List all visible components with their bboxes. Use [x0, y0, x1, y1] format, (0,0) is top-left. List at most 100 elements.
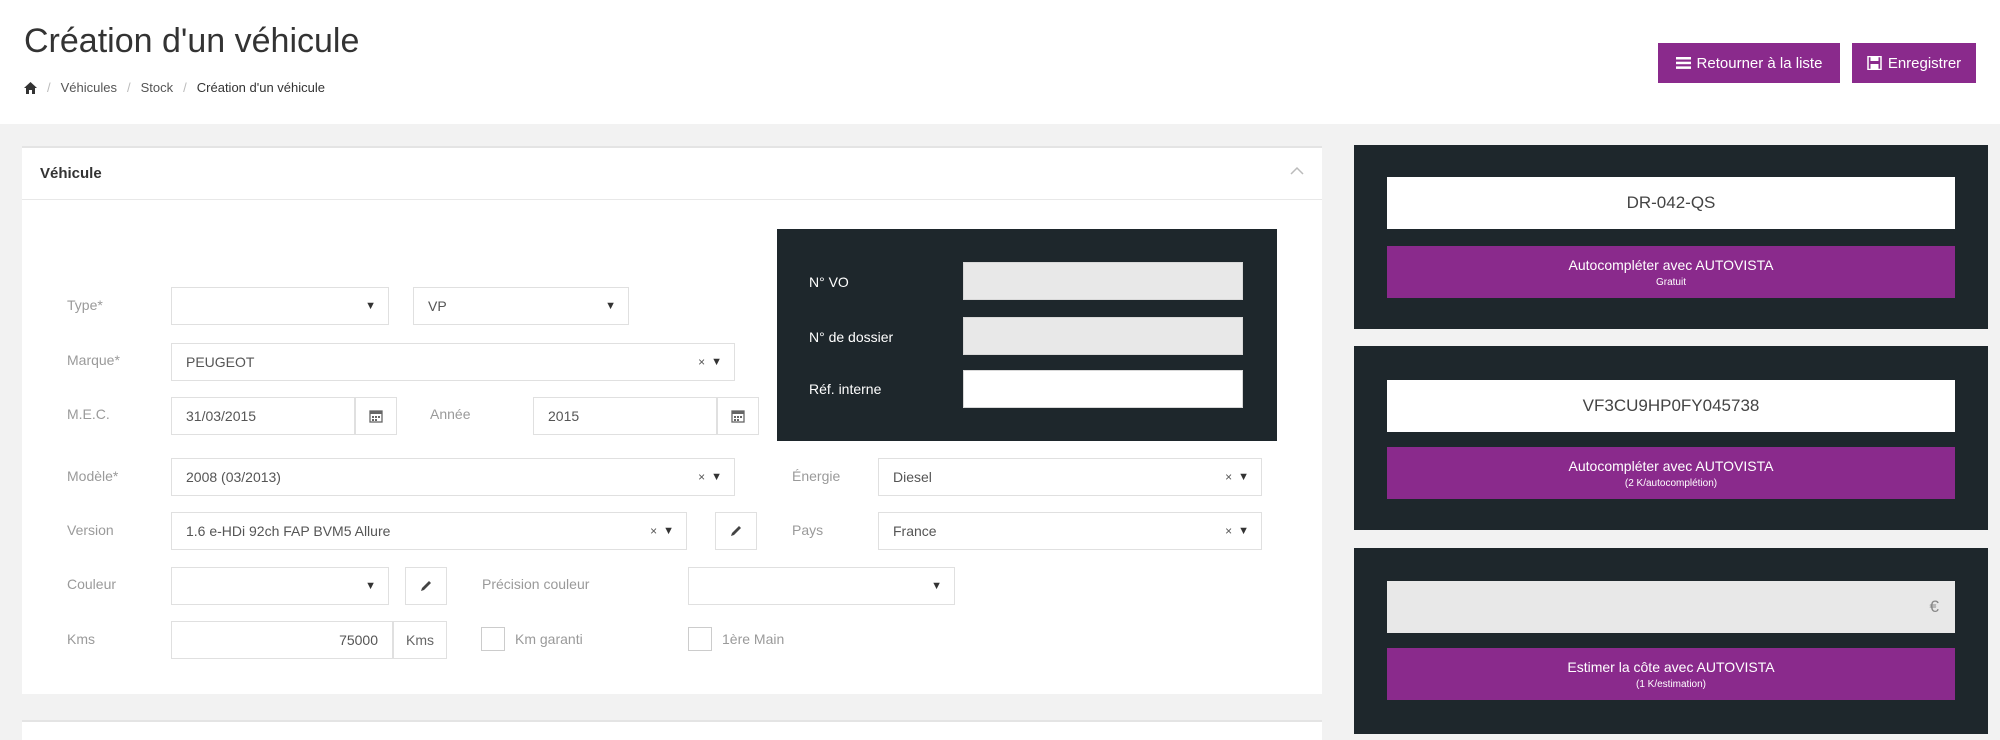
breadcrumb-separator: / [183, 80, 187, 95]
chevron-down-icon: ▼ [605, 300, 616, 312]
ref-interne-label: Réf. interne [809, 381, 882, 397]
pencil-icon [421, 581, 431, 591]
panel-header: Véhicule [22, 148, 1322, 200]
list-icon [1675, 57, 1691, 69]
energie-select-value: Diesel [893, 469, 932, 485]
ref-interne-input[interactable] [963, 370, 1243, 408]
autocomplete-vin-button[interactable]: Autocompléter avec AUTOVISTA (2 K/autoco… [1387, 447, 1955, 499]
kms-input[interactable]: 75000 [171, 621, 393, 659]
km-garanti-checkbox[interactable] [481, 627, 505, 651]
mec-date-value: 31/03/2015 [186, 408, 257, 424]
chevron-down-icon: ▼ [711, 471, 722, 483]
dossier-label: N° de dossier [809, 329, 894, 345]
vo-input[interactable] [963, 262, 1243, 300]
clear-icon[interactable]: × [1225, 470, 1238, 484]
modele-select-value: 2008 (03/2013) [186, 469, 281, 485]
plate-card: DR-042-QS Autocompléter avec AUTOVISTA G… [1354, 145, 1988, 329]
page-title: Création d'un véhicule [24, 22, 360, 60]
energie-select[interactable]: Diesel × ▼ [878, 458, 1262, 496]
mec-label: M.E.C. [67, 406, 110, 422]
breadcrumb-separator: / [127, 80, 131, 95]
chevron-down-icon: ▼ [931, 580, 942, 592]
annee-calendar-button[interactable] [717, 397, 759, 435]
kms-unit-label: Kms [406, 632, 434, 648]
clear-icon[interactable]: × [698, 355, 711, 369]
pays-select[interactable]: France × ▼ [878, 512, 1262, 550]
autocomplete-plate-label: Autocompléter avec AUTOVISTA [1568, 256, 1774, 273]
kms-value: 75000 [339, 632, 378, 648]
return-to-list-label: Retourner à la liste [1696, 54, 1823, 72]
clear-icon[interactable]: × [1225, 524, 1238, 538]
breadcrumb: / Véhicules / Stock / Création d'un véhi… [24, 80, 325, 95]
autocomplete-plate-button[interactable]: Autocompléter avec AUTOVISTA Gratuit [1387, 246, 1955, 298]
estimate-button[interactable]: Estimer la côte avec AUTOVISTA (1 K/esti… [1387, 648, 1955, 700]
annee-value: 2015 [548, 408, 580, 424]
calendar-icon [369, 410, 383, 423]
next-panel [22, 720, 1322, 740]
chevron-down-icon: ▼ [711, 356, 722, 368]
breadcrumb-vehicules[interactable]: Véhicules [61, 80, 117, 95]
pays-label: Pays [792, 522, 824, 538]
chevron-down-icon: ▼ [365, 580, 376, 592]
kms-unit: Kms [393, 621, 447, 659]
marque-select-value: PEUGEOT [186, 354, 255, 370]
chevron-down-icon: ▼ [1238, 525, 1249, 537]
type-sub-select-value: VP [428, 298, 447, 314]
marque-select[interactable]: PEUGEOT × ▼ [171, 343, 735, 381]
dossier-box: N° VO N° de dossier Réf. interne [777, 229, 1277, 441]
type-select[interactable]: ▼ [171, 287, 389, 325]
version-select[interactable]: 1.6 e-HDi 92ch FAP BVM5 Allure × ▼ [171, 512, 687, 550]
breadcrumb-stock[interactable]: Stock [141, 80, 174, 95]
estimate-sub: (1 K/estimation) [1635, 678, 1707, 690]
vin-input[interactable]: VF3CU9HP0FY045738 [1387, 380, 1955, 432]
pencil-icon [731, 526, 741, 536]
clear-icon[interactable]: × [698, 470, 711, 484]
plate-input[interactable]: DR-042-QS [1387, 177, 1955, 229]
mec-date-input[interactable]: 31/03/2015 [171, 397, 355, 435]
premiere-main-label: 1ère Main [722, 631, 785, 647]
precision-couleur-select[interactable]: ▼ [688, 567, 955, 605]
save-button[interactable]: Enregistrer [1852, 43, 1976, 83]
premiere-main-checkbox[interactable] [688, 627, 712, 651]
type-label: Type* [67, 297, 103, 313]
vin-card: VF3CU9HP0FY045738 Autocompléter avec AUT… [1354, 346, 1988, 530]
pays-select-value: France [893, 523, 937, 539]
chevron-down-icon: ▼ [365, 300, 376, 312]
autocomplete-vin-label: Autocompléter avec AUTOVISTA [1568, 457, 1774, 474]
floppy-disk-icon [1867, 56, 1882, 70]
annee-label: Année [430, 406, 471, 422]
chevron-up-icon[interactable] [1290, 166, 1304, 176]
panel-title: Véhicule [40, 165, 102, 182]
edit-couleur-button[interactable] [405, 567, 447, 605]
clear-icon[interactable]: × [650, 524, 663, 538]
return-to-list-button[interactable]: Retourner à la liste [1658, 43, 1840, 83]
marque-label: Marque* [67, 352, 120, 368]
precision-couleur-label: Précision couleur [482, 576, 590, 592]
breadcrumb-separator: / [47, 80, 51, 95]
energie-label: Énergie [792, 468, 841, 484]
autocomplete-vin-sub: (2 K/autocomplétion) [1624, 477, 1718, 489]
kms-label: Kms [67, 631, 95, 647]
type-sub-select[interactable]: VP ▼ [413, 287, 629, 325]
modele-select[interactable]: 2008 (03/2013) × ▼ [171, 458, 735, 496]
save-label: Enregistrer [1887, 54, 1962, 72]
home-icon[interactable] [24, 81, 37, 94]
edit-version-button[interactable] [715, 512, 757, 550]
annee-input[interactable]: 2015 [533, 397, 717, 435]
dossier-input[interactable] [963, 317, 1243, 355]
version-label: Version [67, 522, 114, 538]
couleur-select[interactable]: ▼ [171, 567, 389, 605]
euro-icon: € [1929, 597, 1939, 616]
estimate-input[interactable]: € [1387, 581, 1955, 633]
chevron-down-icon: ▼ [663, 525, 674, 537]
calendar-button[interactable] [355, 397, 397, 435]
chevron-down-icon: ▼ [1238, 471, 1249, 483]
page-header: Création d'un véhicule / Véhicules / Sto… [0, 0, 2000, 124]
km-garanti-label: Km garanti [515, 631, 583, 647]
autocomplete-plate-sub: Gratuit [1655, 276, 1686, 288]
vo-label: N° VO [809, 274, 849, 290]
version-select-value: 1.6 e-HDi 92ch FAP BVM5 Allure [186, 523, 391, 539]
estimate-card: € Estimer la côte avec AUTOVISTA (1 K/es… [1354, 548, 1988, 734]
couleur-label: Couleur [67, 576, 117, 592]
breadcrumb-current: Création d'un véhicule [196, 80, 325, 95]
